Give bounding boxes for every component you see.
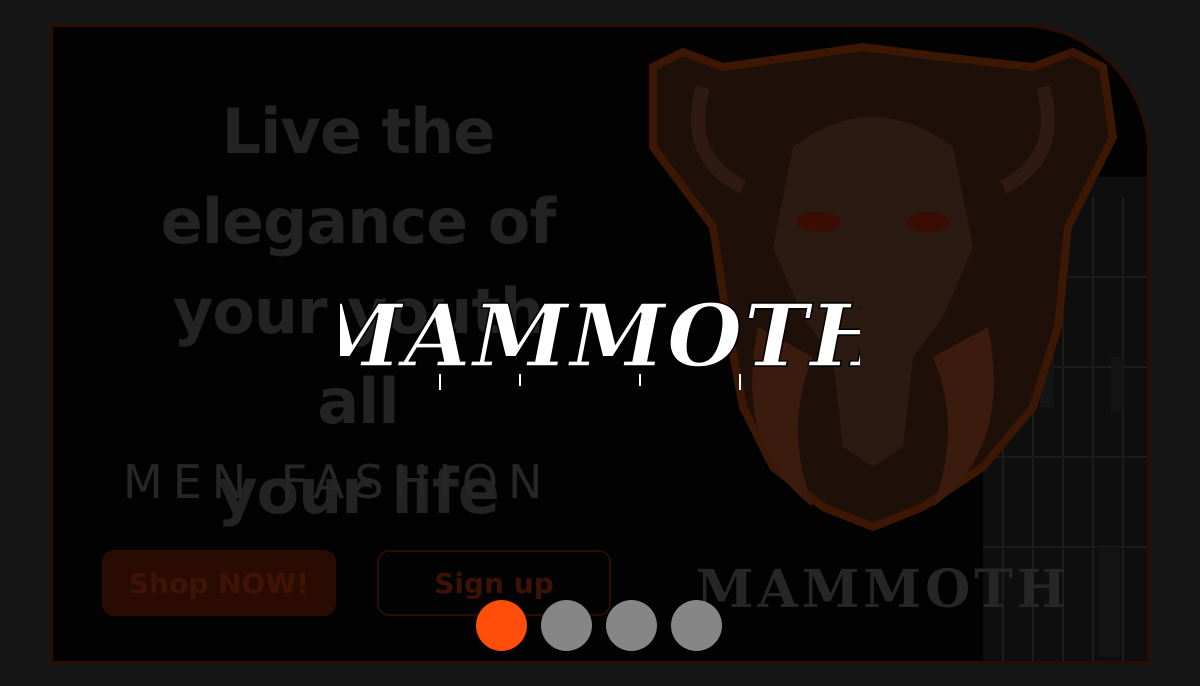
headline-line-1: Live the [221,95,496,168]
mammoth-logo: MAMMOTH [0,286,1200,396]
carousel-dot-2[interactable] [541,600,592,651]
carousel-indicators [476,600,722,652]
carousel-dot-3[interactable] [606,600,657,651]
mammoth-logo-wordmark: MAMMOTH [340,286,860,390]
carousel-dot-4[interactable] [671,600,722,651]
carousel-dot-1[interactable] [476,600,527,651]
shop-now-button[interactable]: Shop NOW! [102,550,336,616]
headline-line-2: elegance of [160,185,557,258]
mascot-logo-text: MAMMOTH [696,559,1070,620]
logo-text: MAMMOTH [340,286,860,387]
brand-mark-icon [62,0,98,4]
hero-subtitle: MEN FASHION [123,455,553,509]
